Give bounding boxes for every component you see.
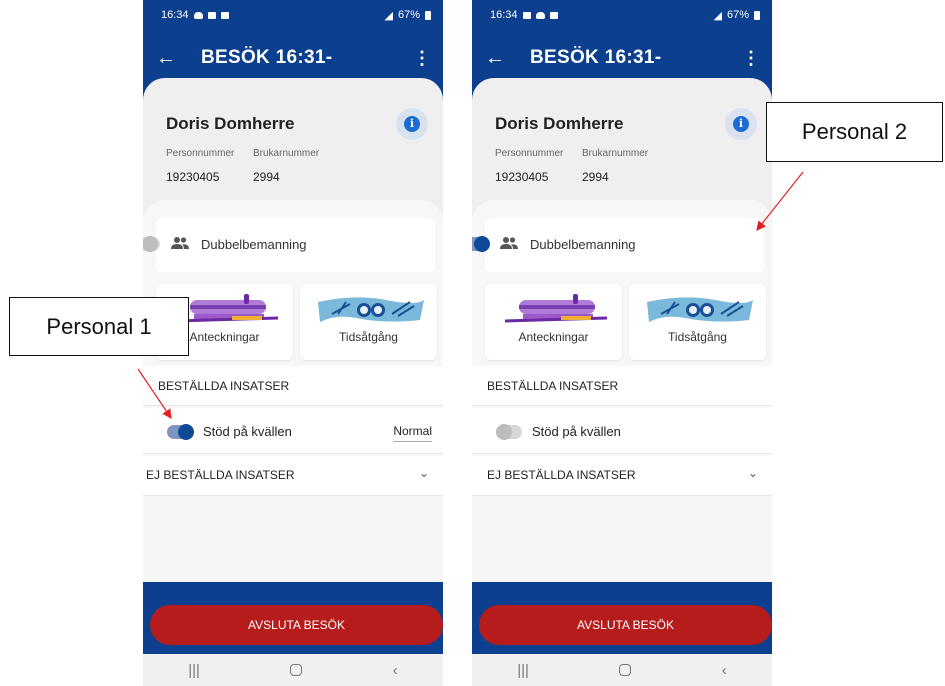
cloud-icon — [193, 11, 203, 19]
page-title: BESÖK 16:31- — [201, 47, 333, 68]
client-name: Doris Domherre — [166, 114, 295, 133]
people-icon — [171, 237, 189, 249]
brukarnummer-value: 2994 — [582, 170, 609, 184]
service-toggle[interactable] — [496, 424, 522, 440]
double-staffing-toggle[interactable] — [472, 236, 490, 252]
unordered-services-label: EJ BESTÄLLDA INSATSER — [487, 468, 636, 482]
time-tile[interactable]: Tidsåtgång — [300, 284, 437, 360]
service-label: Stöd på kvällen — [203, 424, 292, 439]
android-nav-bar: ||| ‹ — [472, 654, 772, 686]
team-label: Dubbelbemanning — [530, 237, 636, 252]
home-icon[interactable] — [290, 664, 303, 676]
time-label: Tidsåtgång — [668, 330, 727, 344]
brukarnummer-value: 2994 — [253, 170, 280, 184]
personnummer-label: Personnummer — [166, 148, 235, 159]
page-title: BESÖK 16:31- — [530, 47, 662, 68]
toggle-knob — [178, 424, 194, 440]
android-nav-bar: ||| ‹ — [143, 654, 443, 686]
nav-back-icon[interactable]: ‹ — [393, 662, 398, 679]
people-icon — [500, 237, 518, 249]
time-illustration — [318, 297, 424, 322]
status-time: 16:34 — [490, 9, 518, 21]
toggle-knob — [143, 236, 158, 252]
signal-icon: ◢ — [384, 9, 393, 22]
info-icon[interactable] — [725, 108, 757, 140]
image-icon — [207, 11, 216, 19]
check-icon — [220, 11, 229, 19]
app-bar: ← BESÖK 16:31- ⋮ — [472, 38, 772, 78]
ordered-services-header: BESTÄLLDA INSATSER — [143, 366, 443, 406]
chevron-down-icon[interactable]: ⌄ — [748, 466, 758, 480]
end-visit-button[interactable]: AVSLUTA BESÖK — [150, 605, 443, 645]
team-row: Dubbelbemanning — [143, 218, 435, 272]
notebook-pen-illustration — [504, 294, 608, 323]
team-row: Dubbelbemanning — [472, 218, 764, 272]
toggle-knob — [474, 236, 490, 252]
service-toggle[interactable] — [167, 424, 194, 440]
check-icon — [549, 11, 558, 19]
time-label: Tidsåtgång — [339, 330, 398, 344]
home-icon[interactable] — [619, 664, 632, 676]
recents-icon[interactable]: ||| — [517, 662, 529, 679]
unordered-services-row[interactable]: EJ BESTÄLLDA INSATSER ⌄ — [472, 456, 772, 496]
nav-back-icon[interactable]: ‹ — [722, 662, 727, 679]
service-row: Stöd på kvällen — [472, 408, 772, 454]
time-illustration — [647, 297, 753, 322]
team-label: Dubbelbemanning — [201, 237, 307, 252]
unordered-services-row[interactable]: EJ BESTÄLLDA INSATSER ⌄ — [143, 456, 443, 496]
unordered-services-label: EJ BESTÄLLDA INSATSER — [146, 468, 295, 482]
status-bar: 16:34 ◢ 67% — [490, 6, 760, 24]
battery-level: 67% — [726, 9, 749, 21]
cloud-icon — [535, 11, 545, 19]
image-icon — [522, 11, 531, 19]
more-vert-icon[interactable]: ⋮ — [413, 48, 431, 69]
toggle-knob — [496, 424, 512, 440]
notes-label: Anteckningar — [518, 330, 589, 344]
double-staffing-toggle[interactable] — [143, 236, 160, 252]
personnummer-value: 19230405 — [495, 170, 549, 184]
battery-icon — [425, 10, 431, 20]
battery-icon — [754, 10, 760, 20]
back-arrow-icon[interactable]: ← — [151, 47, 181, 70]
brukarnummer-label: Brukarnummer — [253, 148, 320, 159]
service-label: Stöd på kvällen — [532, 424, 621, 439]
more-vert-icon[interactable]: ⋮ — [742, 48, 760, 69]
time-tile[interactable]: Tidsåtgång — [629, 284, 766, 360]
battery-level: 67% — [397, 9, 420, 21]
app-bar: ← BESÖK 16:31- ⋮ — [143, 38, 443, 78]
chevron-down-icon[interactable]: ⌄ — [419, 466, 429, 480]
client-name: Doris Domherre — [495, 114, 624, 133]
callout-personal-2: Personal 2 — [766, 102, 943, 162]
personnummer-label: Personnummer — [495, 148, 564, 159]
status-bar: 16:34 ◢ 67% — [161, 6, 431, 24]
service-row: Stöd på kvällen Normal — [143, 408, 443, 454]
recents-icon[interactable]: ||| — [188, 662, 200, 679]
phone-screen-personal-2: 16:34 ◢ 67% ← BESÖK 16:31- ⋮ Doris Domhe… — [472, 0, 772, 686]
status-time: 16:34 — [161, 9, 189, 21]
ordered-services-header: BESTÄLLDA INSATSER — [472, 366, 772, 406]
end-visit-button[interactable]: AVSLUTA BESÖK — [479, 605, 772, 645]
service-level-select[interactable]: Normal — [393, 424, 432, 442]
notes-tile[interactable]: Anteckningar — [485, 284, 622, 360]
back-arrow-icon[interactable]: ← — [480, 47, 510, 70]
personnummer-value: 19230405 — [166, 170, 220, 184]
brukarnummer-label: Brukarnummer — [582, 148, 649, 159]
info-icon[interactable] — [396, 108, 428, 140]
signal-icon: ◢ — [713, 9, 722, 22]
callout-personal-1: Personal 1 — [9, 297, 189, 356]
